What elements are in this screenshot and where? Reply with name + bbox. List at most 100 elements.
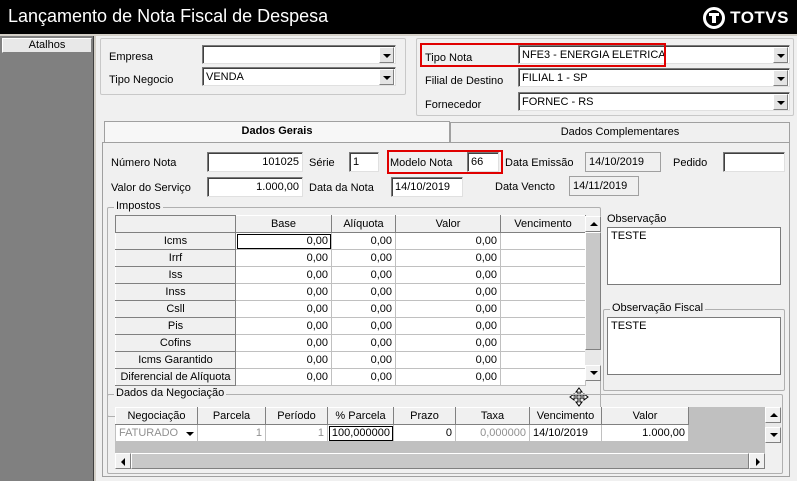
imposto-valor-cell[interactable]: 0,00	[395, 266, 501, 284]
imposto-row[interactable]: Diferencial de Alíquota 0,00 0,00 0,00	[115, 368, 586, 386]
col-valor: Valor	[395, 215, 501, 233]
imposto-name: Icms Garantido	[115, 351, 236, 369]
serie-input[interactable]: 1	[349, 152, 379, 172]
data-nota-input[interactable]: 14/10/2019	[391, 177, 463, 197]
imposto-aliquota-cell[interactable]: 0,00	[331, 283, 396, 301]
imposto-aliquota-cell[interactable]: 0,00	[331, 334, 396, 352]
scroll-down-icon[interactable]	[765, 427, 781, 443]
imposto-vencimento-cell[interactable]	[500, 249, 586, 267]
scroll-down-icon[interactable]	[585, 365, 601, 381]
imposto-valor-cell[interactable]: 0,00	[395, 249, 501, 267]
imposto-aliquota-cell[interactable]: 0,00	[331, 351, 396, 369]
imposto-aliquota-cell[interactable]: 0,00	[331, 266, 396, 284]
dropdown-arrow-icon[interactable]	[379, 69, 394, 85]
col-prazo: Prazo	[393, 407, 456, 425]
scroll-thumb[interactable]	[585, 232, 601, 350]
imposto-base-cell[interactable]: 0,00	[235, 283, 332, 301]
dropdown-arrow-icon[interactable]	[773, 70, 788, 86]
data-vencto-label: Data Vencto	[495, 181, 555, 193]
tipo-nota-highlight	[420, 43, 666, 67]
col-vencimento-neg: Vencimento	[529, 407, 602, 425]
observacao-fiscal-label: Observação Fiscal	[610, 302, 706, 314]
scroll-up-icon[interactable]	[585, 216, 601, 232]
imposto-valor-cell[interactable]: 0,00	[395, 334, 501, 352]
imposto-base-cell[interactable]: 0,00	[235, 368, 332, 386]
imposto-base-cell[interactable]: 0,00	[235, 266, 332, 284]
tipo-negocio-select[interactable]: VENDA	[202, 67, 396, 86]
imposto-vencimento-cell[interactable]	[500, 368, 586, 386]
imposto-row[interactable]: Cofins 0,00 0,00 0,00	[115, 334, 586, 352]
imposto-vencimento-cell[interactable]	[500, 317, 586, 335]
imposto-base-cell[interactable]: 0,00	[235, 232, 332, 250]
hscroll-thumb[interactable]	[131, 453, 749, 469]
imposto-valor-cell[interactable]: 0,00	[395, 300, 501, 318]
col-vencimento: Vencimento	[500, 215, 586, 233]
empresa-select[interactable]	[202, 45, 396, 64]
imposto-valor-cell[interactable]: 0,00	[395, 317, 501, 335]
dropdown-arrow-icon[interactable]	[379, 47, 394, 63]
observacao-label: Observação	[607, 213, 667, 225]
imposto-base-cell[interactable]: 0,00	[235, 351, 332, 369]
imposto-aliquota-cell[interactable]: 0,00	[331, 368, 396, 386]
imposto-vencimento-cell[interactable]	[500, 283, 586, 301]
imposto-row[interactable]: Pis 0,00 0,00 0,00	[115, 317, 586, 335]
negociacao-select[interactable]: FATURADO	[115, 424, 198, 442]
valor-servico-label: Valor do Serviço	[111, 182, 191, 194]
vencimento-neg-cell[interactable]: 14/10/2019	[529, 424, 602, 442]
imposto-valor-cell[interactable]: 0,00	[395, 351, 501, 369]
periodo-cell[interactable]: 1	[265, 424, 328, 442]
imposto-row[interactable]: Iss 0,00 0,00 0,00	[115, 266, 586, 284]
totvs-logo-icon	[703, 7, 726, 29]
prazo-cell[interactable]: 0	[393, 424, 456, 442]
shortcuts-header[interactable]: Atalhos	[2, 38, 92, 53]
imposto-vencimento-cell[interactable]	[500, 266, 586, 284]
imposto-vencimento-cell[interactable]	[500, 351, 586, 369]
impostos-scrollbar[interactable]	[585, 216, 601, 381]
imposto-aliquota-cell[interactable]: 0,00	[331, 300, 396, 318]
data-nota-label: Data da Nota	[309, 182, 374, 194]
dropdown-arrow-icon[interactable]	[186, 432, 194, 436]
imposto-row[interactable]: Icms 0,00 0,00 0,00	[115, 232, 586, 250]
imposto-base-cell[interactable]: 0,00	[235, 334, 332, 352]
imposto-row[interactable]: Inss 0,00 0,00 0,00	[115, 283, 586, 301]
negociacao-vscroll[interactable]	[765, 407, 781, 443]
imposto-base-cell[interactable]: 0,00	[235, 249, 332, 267]
imposto-vencimento-cell[interactable]	[500, 334, 586, 352]
observacao-fiscal-textarea[interactable]: TESTE	[607, 317, 781, 375]
fornecedor-select[interactable]: FORNEC - RS	[518, 92, 790, 111]
imposto-vencimento-cell[interactable]	[500, 300, 586, 318]
imposto-base-cell[interactable]: 0,00	[235, 317, 332, 335]
dropdown-arrow-icon[interactable]	[773, 94, 788, 110]
pedido-input[interactable]	[723, 152, 785, 172]
negociacao-row[interactable]: FATURADO 1 1 100,000000 0 0,000000 14/10…	[115, 424, 689, 442]
imposto-valor-cell[interactable]: 0,00	[395, 368, 501, 386]
observacao-textarea[interactable]: TESTE	[607, 227, 781, 285]
tab-dados-gerais[interactable]: Dados Gerais	[104, 121, 450, 143]
scroll-right-icon[interactable]	[749, 453, 765, 469]
imposto-row[interactable]: Irrf 0,00 0,00 0,00	[115, 249, 586, 267]
tab-dados-complementares[interactable]: Dados Complementares	[450, 122, 790, 142]
valor-servico-input[interactable]: 1.000,00	[207, 177, 303, 197]
negociacao-hscroll[interactable]	[115, 453, 765, 469]
imposto-row[interactable]: Icms Garantido 0,00 0,00 0,00	[115, 351, 586, 369]
parcela-cell[interactable]: 1	[197, 424, 266, 442]
imposto-base-cell[interactable]: 0,00	[235, 300, 332, 318]
imposto-valor-cell[interactable]: 0,00	[395, 283, 501, 301]
imposto-aliquota-cell[interactable]: 0,00	[331, 249, 396, 267]
percentual-cell[interactable]: 100,000000	[327, 424, 394, 442]
filial-select[interactable]: FILIAL 1 - SP	[518, 68, 790, 87]
imposto-row[interactable]: Csll 0,00 0,00 0,00	[115, 300, 586, 318]
imposto-valor-cell[interactable]: 0,00	[395, 232, 501, 250]
numero-nota-input[interactable]: 101025	[207, 152, 303, 172]
imposto-aliquota-cell[interactable]: 0,00	[331, 317, 396, 335]
valor-neg-cell[interactable]: 1.000,00	[601, 424, 689, 442]
imposto-aliquota-cell[interactable]: 0,00	[331, 232, 396, 250]
negociacao-table: Negociação Parcela Período % Parcela Pra…	[115, 407, 689, 442]
shortcuts-sidebar: Atalhos	[0, 36, 94, 481]
taxa-cell[interactable]: 0,000000	[455, 424, 530, 442]
negociacao-header-row: Negociação Parcela Período % Parcela Pra…	[115, 407, 689, 425]
dropdown-arrow-icon[interactable]	[773, 47, 788, 63]
imposto-vencimento-cell[interactable]	[500, 232, 586, 250]
scroll-up-icon[interactable]	[765, 407, 781, 423]
scroll-left-icon[interactable]	[115, 453, 131, 469]
